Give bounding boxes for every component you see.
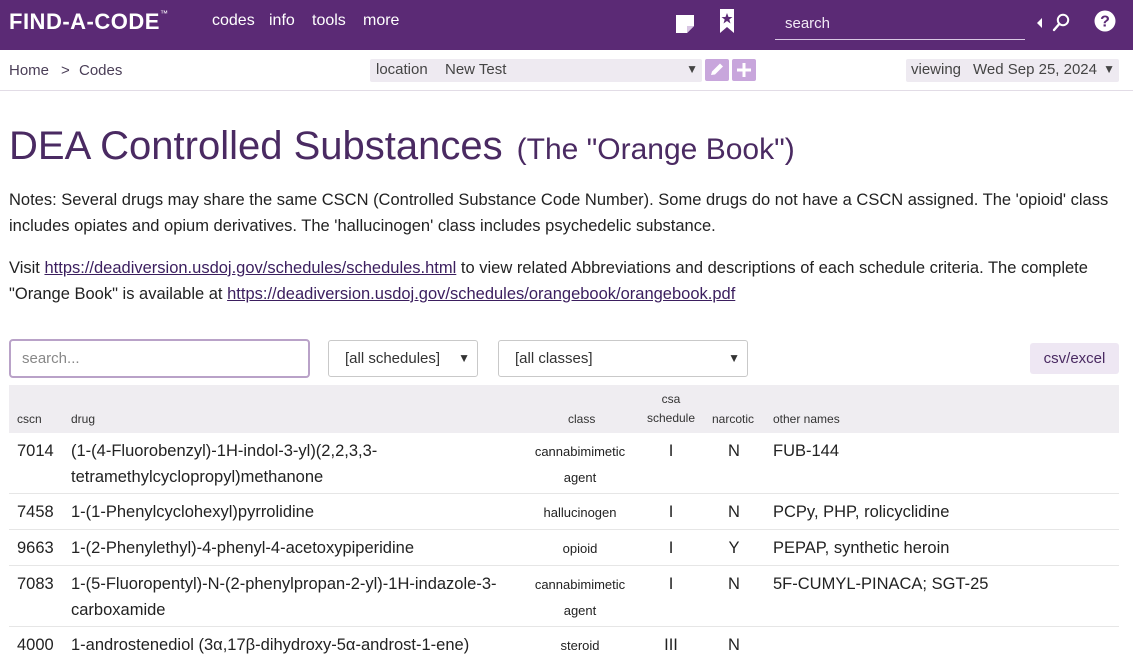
- sub-bar: Home > Codes location New Test ▼ viewing…: [0, 50, 1133, 91]
- chevron-down-icon: ▼: [458, 351, 470, 365]
- cell-cscn: 7083: [17, 575, 54, 593]
- notes-icon[interactable]: [674, 11, 696, 37]
- nav-codes[interactable]: codes: [212, 12, 255, 30]
- cell-cscn: 7458: [17, 503, 54, 521]
- logo-trademark: ™: [159, 9, 169, 18]
- nav-info[interactable]: info: [269, 12, 295, 30]
- table-search: [9, 339, 310, 378]
- bookmark-icon[interactable]: [716, 8, 738, 34]
- cell-drug: (1-(4-Fluorobenzyl)-1H-indol-3-yl)(2,2,3…: [71, 442, 378, 486]
- cell-schedule: I: [668, 503, 674, 521]
- page-subtitle: (The "Orange Book"): [516, 133, 795, 166]
- page-title: DEA Controlled Substances (The "Orange Bo…: [9, 124, 795, 169]
- plus-icon: [737, 63, 751, 77]
- class-filter-select[interactable]: [all classes] ▼: [498, 340, 748, 377]
- schedule-filter-value: [all schedules]: [345, 350, 441, 367]
- schedule-filter-select[interactable]: [all schedules] ▼: [328, 340, 478, 377]
- cell-schedule: I: [668, 442, 674, 460]
- cell-narcotic: N: [728, 442, 740, 460]
- csv-export-button[interactable]: csv/excel: [1030, 343, 1119, 374]
- header-other-names[interactable]: other names: [773, 411, 840, 428]
- header-narcotic[interactable]: narcotic: [712, 411, 754, 428]
- header-class[interactable]: class: [568, 411, 595, 428]
- nav-more[interactable]: more: [363, 12, 399, 30]
- breadcrumb-codes[interactable]: Codes: [79, 62, 122, 79]
- cell-other-names: FUB-144: [773, 442, 840, 460]
- site-search: [775, 8, 1025, 40]
- cell-cscn: 9663: [17, 539, 54, 557]
- table-search-input[interactable]: [11, 341, 308, 376]
- orangebook-link[interactable]: https://deadiversion.usdoj.gov/schedules…: [227, 285, 735, 303]
- page-title-text: DEA Controlled Substances: [9, 124, 503, 168]
- table-row[interactable]: 7083 1-(5-Fluoropentyl)-N-(2-phenylpropa…: [9, 566, 1119, 627]
- cell-cscn: 7014: [17, 442, 54, 460]
- site-search-input[interactable]: [775, 8, 1025, 39]
- notes-paragraph: Notes: Several drugs may share the same …: [9, 191, 1109, 235]
- cell-drug: 1-(2-Phenylethyl)-4-phenyl-4-acetoxypipe…: [71, 539, 415, 557]
- header-drug[interactable]: drug: [71, 411, 95, 428]
- header-cscn[interactable]: cscn: [17, 411, 42, 428]
- cell-class: cannabimimetic agent: [534, 577, 626, 618]
- cell-schedule: I: [668, 539, 674, 557]
- top-bar: FIND-A-CODE™ codes info tools more ?: [0, 0, 1133, 50]
- class-filter-value: [all classes]: [515, 350, 593, 367]
- location-value: New Test: [445, 61, 507, 78]
- chevron-down-icon: ▼: [1103, 62, 1115, 76]
- add-location-button[interactable]: [732, 59, 756, 81]
- cell-narcotic: N: [728, 575, 740, 593]
- table-row[interactable]: 7014 (1-(4-Fluorobenzyl)-1H-indol-3-yl)(…: [9, 433, 1119, 494]
- cell-schedule: I: [668, 575, 674, 593]
- breadcrumb-separator: >: [61, 62, 70, 79]
- cell-class: opioid: [562, 541, 598, 556]
- table-row[interactable]: 4000 1-androstenediol (3α,17β-dihydroxy-…: [9, 627, 1119, 655]
- cell-class: hallucinogen: [543, 505, 617, 520]
- logo-text: FIND-A-CODE: [9, 9, 160, 34]
- location-select[interactable]: location New Test ▼: [370, 59, 702, 82]
- chevron-down-icon: ▼: [686, 62, 698, 76]
- visit-text-pre: Visit: [9, 259, 45, 277]
- viewing-label: viewing: [911, 61, 962, 78]
- nav-tools[interactable]: tools: [312, 12, 346, 30]
- cell-drug: 1-androstenediol (3α,17β-dihydroxy-5α-an…: [71, 636, 470, 654]
- table-row[interactable]: 7458 1-(1-Phenylcyclohexyl)pyrrolidine h…: [9, 494, 1119, 530]
- header-csa[interactable]: csa: [640, 391, 702, 408]
- cell-narcotic: Y: [728, 539, 740, 557]
- breadcrumb-home[interactable]: Home: [9, 62, 49, 79]
- table-header: cscn drug class csa schedule narcotic ot…: [9, 385, 1119, 433]
- site-logo[interactable]: FIND-A-CODE™: [9, 9, 168, 35]
- cell-cscn: 4000: [17, 636, 54, 654]
- cell-narcotic: N: [728, 503, 740, 521]
- edit-location-button[interactable]: [705, 59, 729, 81]
- schedules-link[interactable]: https://deadiversion.usdoj.gov/schedules…: [44, 259, 456, 277]
- cell-class: steroid: [560, 638, 600, 653]
- caret-left-icon[interactable]: [1035, 17, 1043, 29]
- pencil-icon: [711, 63, 723, 75]
- cell-schedule: III: [664, 636, 678, 654]
- visit-paragraph: Visit https://deadiversion.usdoj.gov/sch…: [9, 255, 1124, 307]
- chevron-down-icon: ▼: [728, 351, 740, 365]
- header-schedule[interactable]: schedule: [640, 410, 702, 427]
- viewing-date-select[interactable]: viewing Wed Sep 25, 2024 ▼: [906, 59, 1119, 82]
- cell-other-names: 5F-CUMYL-PINACA; SGT-25: [773, 575, 989, 593]
- cell-drug: 1-(5-Fluoropentyl)-N-(2-phenylpropan-2-y…: [71, 575, 497, 619]
- cell-drug: 1-(1-Phenylcyclohexyl)pyrrolidine: [71, 503, 315, 521]
- viewing-value: Wed Sep 25, 2024: [973, 61, 1097, 78]
- cell-class: cannabimimetic agent: [534, 444, 626, 485]
- table-row[interactable]: 9663 1-(2-Phenylethyl)-4-phenyl-4-acetox…: [9, 530, 1119, 566]
- cell-other-names: PCPy, PHP, rolicyclidine: [773, 503, 950, 521]
- help-icon[interactable]: ?: [1094, 10, 1116, 32]
- search-icon[interactable]: [1052, 13, 1070, 33]
- svg-text:?: ?: [1100, 14, 1110, 31]
- cell-narcotic: N: [728, 636, 740, 654]
- location-label: location: [376, 61, 428, 78]
- cell-other-names: PEPAP, synthetic heroin: [773, 539, 950, 557]
